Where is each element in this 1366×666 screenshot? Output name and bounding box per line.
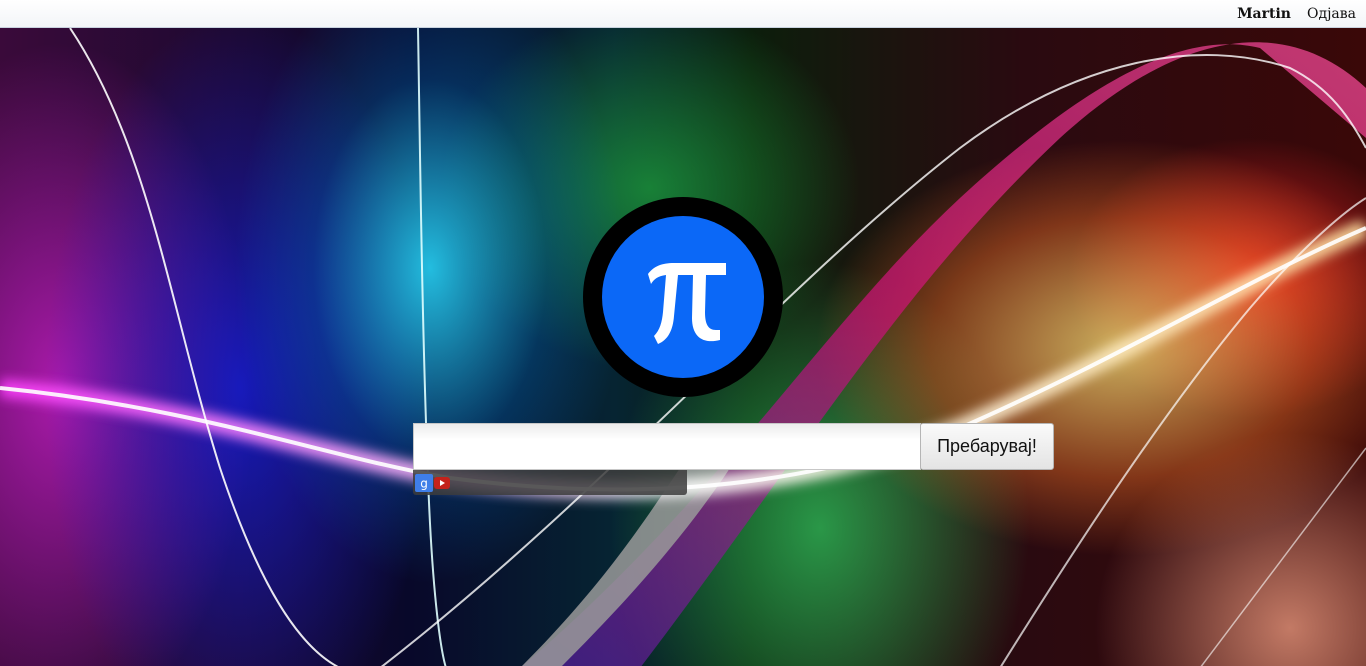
search-button[interactable]: Пребарувај! (920, 423, 1054, 470)
logo-circle (602, 216, 764, 378)
user-area: Martin Одјава (1237, 0, 1366, 28)
youtube-icon[interactable] (433, 474, 451, 492)
search-engine-bar: g (413, 470, 687, 495)
pi-symbol-icon (648, 263, 726, 344)
search-input[interactable] (413, 423, 921, 470)
top-bar: Martin Одјава (0, 0, 1366, 28)
pi-logo (583, 197, 783, 397)
google-icon[interactable]: g (415, 474, 433, 492)
logout-link[interactable]: Одјава (1307, 6, 1356, 22)
svg-text:g: g (420, 477, 428, 491)
user-name[interactable]: Martin (1237, 6, 1291, 22)
